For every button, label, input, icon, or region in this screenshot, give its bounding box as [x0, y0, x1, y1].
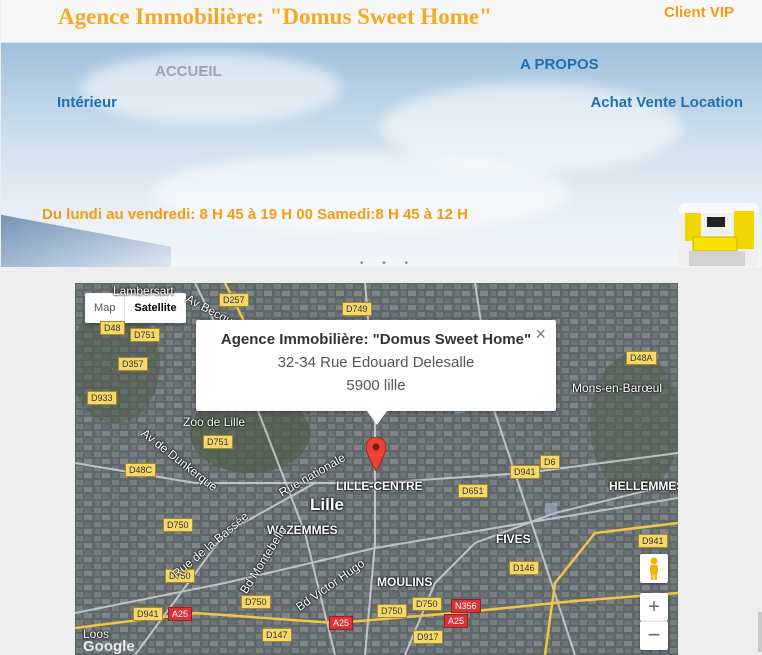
- top-bar: Agence Immobilière: "Domus Sweet Home" C…: [1, 0, 762, 43]
- scrollbar-thumb[interactable]: [758, 612, 762, 652]
- nav-interieur[interactable]: Intérieur: [57, 94, 117, 111]
- street-view-pegman-icon[interactable]: [640, 554, 668, 583]
- road-shield: D146: [509, 561, 539, 575]
- place-label: Zoo de Lille: [183, 415, 246, 429]
- zoom-out-button[interactable]: −: [640, 621, 668, 650]
- road-shield: D941: [510, 465, 540, 479]
- nav-a-propos[interactable]: A PROPOS: [520, 56, 599, 73]
- road-shield: D48: [100, 321, 125, 335]
- road-shield: D257: [219, 293, 249, 307]
- zoom-in-button[interactable]: +: [640, 593, 668, 621]
- client-vip-link[interactable]: Client VIP: [664, 4, 734, 21]
- road-shield: A25: [329, 616, 354, 630]
- close-icon[interactable]: ×: [535, 324, 546, 345]
- place-label: Mons-en-Barœul: [572, 381, 663, 395]
- road-shield: D48A: [626, 351, 657, 365]
- place-label: MOULINS: [377, 575, 433, 589]
- road-shield: D750: [377, 604, 407, 618]
- info-city: 5900 lille: [346, 377, 406, 394]
- road-shield: D941: [638, 534, 668, 548]
- road-shield: D147: [262, 628, 292, 642]
- road-shield: D48C: [125, 463, 157, 477]
- road-shield: D750: [163, 518, 193, 532]
- place-label: FIVES: [496, 532, 531, 546]
- place-label-lille: Lille: [310, 495, 345, 514]
- map-marker-icon[interactable]: [366, 437, 386, 471]
- kitchen-thumbnail[interactable]: [679, 203, 759, 266]
- road-shield: D750: [412, 597, 442, 611]
- google-logo: Google: [83, 638, 135, 655]
- slider-dots[interactable]: • • •: [360, 258, 416, 269]
- info-agency-name: Agence Immobilière: "Domus Sweet Home": [220, 331, 532, 348]
- hero-banner: [1, 43, 762, 267]
- place-label: HELLEMMES: [609, 479, 678, 493]
- road-shield: D941: [133, 607, 163, 621]
- place-label: Lambersart: [113, 284, 174, 298]
- place-label: LILLE-CENTRE: [336, 479, 423, 493]
- nav-achat-vente-location[interactable]: Achat Vente Location: [590, 94, 743, 111]
- road-shield: D751: [130, 328, 160, 342]
- road-shield: A25: [168, 607, 193, 621]
- google-map[interactable]: Map Satellite D257 D749 D48 D751 D357 D9…: [75, 283, 678, 655]
- road-shield: N356: [451, 599, 481, 613]
- road-shield: D917: [413, 630, 443, 644]
- road-shield: D6: [540, 455, 560, 469]
- road-shield: D357: [118, 357, 148, 371]
- road-shield: D750: [241, 595, 271, 609]
- road-shield: D749: [342, 302, 372, 316]
- info-address: 32-34 Rue Edouard Delesalle: [277, 354, 475, 371]
- map-info-window: Agence Immobilière: "Domus Sweet Home" 3…: [196, 320, 556, 425]
- road-shield: D933: [87, 391, 117, 405]
- opening-hours: Du lundi au vendredi: 8 H 45 à 19 H 00 S…: [42, 206, 468, 223]
- page: Agence Immobilière: "Domus Sweet Home" C…: [0, 0, 762, 655]
- road-shield: D751: [203, 435, 233, 449]
- nav-accueil[interactable]: ACCUEIL: [155, 63, 222, 80]
- site-title: Agence Immobilière: "Domus Sweet Home": [58, 4, 492, 29]
- road-shield: A25: [444, 614, 469, 628]
- kitchen-image: [679, 203, 759, 266]
- road-shield: D651: [458, 484, 488, 498]
